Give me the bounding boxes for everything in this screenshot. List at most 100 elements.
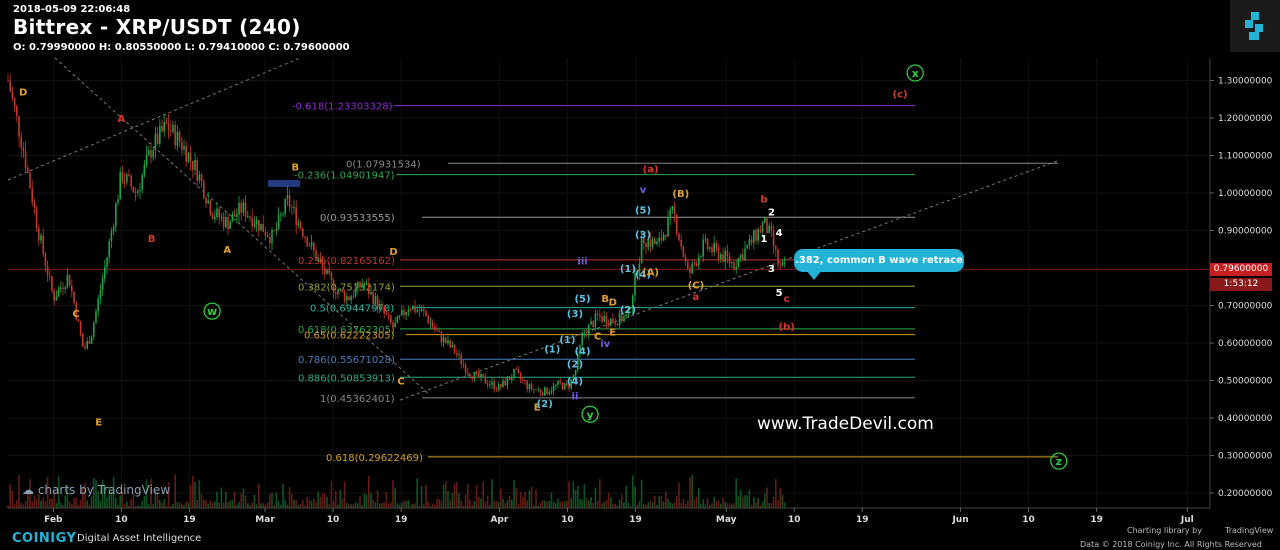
wave-label: v <box>640 185 647 196</box>
candle-body <box>185 146 187 163</box>
volume-bar <box>566 500 568 508</box>
volume-bar <box>475 484 478 508</box>
volume-bar <box>517 503 520 508</box>
volume-bar <box>526 500 528 508</box>
candle-body <box>255 219 258 225</box>
volume-bar <box>456 482 458 508</box>
volume-bar <box>299 503 302 508</box>
volume-bar <box>238 501 240 508</box>
candle-body <box>123 181 126 183</box>
candle-body <box>341 288 344 292</box>
brand-logo[interactable]: COINIGY <box>12 531 76 546</box>
candle-body <box>748 239 751 246</box>
candle-body <box>596 313 599 315</box>
candle-body <box>722 254 724 262</box>
candle-body <box>704 238 707 240</box>
candle-body <box>172 124 174 132</box>
candle-body <box>669 210 671 218</box>
candle-body <box>684 257 687 262</box>
candle-body <box>709 247 711 249</box>
wave-label: (C) <box>688 281 704 292</box>
volume-bar <box>482 481 484 508</box>
wave-label: E <box>95 418 102 429</box>
volume-bar <box>368 476 370 508</box>
volume-bar <box>86 500 88 508</box>
volume-bar <box>596 500 599 508</box>
y-tick-label: 0.40000000 <box>1218 414 1273 424</box>
volume-bar <box>251 502 253 508</box>
volume-bar <box>519 492 522 508</box>
volume-bar <box>513 480 515 508</box>
candle-body <box>750 239 753 243</box>
volume-bar <box>458 492 460 508</box>
coinigy-logo-icon[interactable] <box>1230 0 1280 52</box>
timestamp: 2018-05-09 22:06:48 <box>13 4 131 15</box>
volume-bar <box>550 492 553 508</box>
candle-body <box>511 377 513 380</box>
volume-bar <box>181 503 183 508</box>
candle-body <box>363 284 366 286</box>
candle-body <box>654 239 656 245</box>
volume-bar <box>187 502 190 508</box>
volume-bar <box>31 501 33 508</box>
candle-body <box>192 160 194 170</box>
volume-bar <box>570 498 572 508</box>
candle-body <box>198 174 201 181</box>
volume-bar <box>777 500 779 508</box>
volume-bar <box>372 499 374 508</box>
candle-body <box>387 314 390 316</box>
x-tick-label: Mar <box>255 515 275 525</box>
candle-body <box>623 316 625 322</box>
y-tick-label: 1.30000000 <box>1218 77 1273 87</box>
volume-bar <box>324 493 326 508</box>
y-tick-label: 0.30000000 <box>1218 452 1273 462</box>
wave-label: 4 <box>776 228 783 239</box>
volume-bar <box>625 486 627 508</box>
volume-bar <box>275 492 278 508</box>
price-chart[interactable]: -0.618(1.23303328) 0(1.07931534)-0.236(1.… <box>0 0 1280 550</box>
candle-body <box>291 207 293 208</box>
candle-body <box>95 311 97 324</box>
x-tick-label: 10 <box>327 515 340 525</box>
candle-body <box>592 321 594 328</box>
volume-bar <box>178 502 181 508</box>
candle-body <box>176 131 179 146</box>
candle-body <box>678 234 680 240</box>
volume-bar <box>552 501 555 508</box>
volume-bar <box>231 499 234 508</box>
candle-body <box>645 243 647 248</box>
volume-bar <box>693 499 696 508</box>
candle-body <box>495 389 498 390</box>
volume-bar <box>539 503 542 508</box>
volume-bar <box>123 504 126 508</box>
candle-body <box>337 290 339 295</box>
candle-body <box>233 213 236 217</box>
volume-bar <box>722 497 724 508</box>
candle-body <box>225 217 227 228</box>
candle-body <box>93 323 95 337</box>
y-tick-label: 0.90000000 <box>1218 227 1273 237</box>
candle-body <box>464 364 467 373</box>
candle-body <box>528 384 531 389</box>
volume-bar <box>665 491 667 508</box>
candle-body <box>207 200 209 204</box>
candle-body <box>614 322 616 325</box>
volume-bar <box>739 489 742 508</box>
wave-label: C <box>72 309 79 320</box>
volume-bar <box>755 502 757 508</box>
volume-bar <box>574 489 577 508</box>
volume-bar <box>222 502 225 508</box>
candle-body <box>414 305 416 312</box>
tradingview-link[interactable]: TradingView <box>1225 526 1273 535</box>
candle-body <box>51 276 53 292</box>
candle-body <box>480 374 482 378</box>
volume-bar <box>350 504 352 508</box>
volume-bar <box>412 503 414 508</box>
candle-body <box>425 310 427 317</box>
volume-bar <box>588 500 590 508</box>
candle-body <box>711 247 713 253</box>
candle-body <box>247 216 249 218</box>
candle-body <box>418 310 421 312</box>
candle-body <box>689 268 691 274</box>
volume-bar <box>559 501 561 508</box>
